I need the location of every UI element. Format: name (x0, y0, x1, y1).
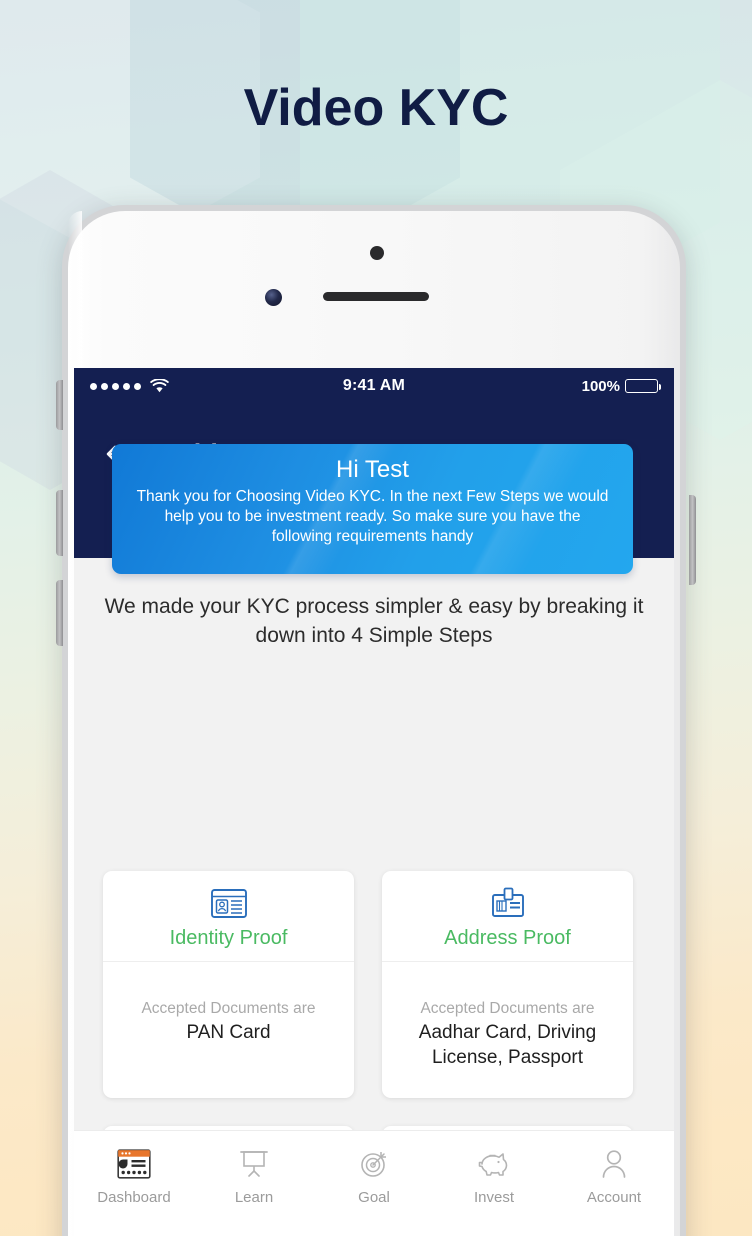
accepted-documents-value: PAN Card (186, 1022, 271, 1043)
bottom-tab-bar: Dashboard Learn Goal Invest Account (74, 1130, 674, 1236)
battery-percent-label: 100% (581, 377, 620, 395)
greeting-card: Hi Test Thank you for Choosing Video KYC… (112, 444, 633, 574)
accepted-documents-value: Aadhar Card, Driving License, Passport (418, 1022, 597, 1068)
phone-volume-down-button[interactable] (56, 580, 63, 646)
greeting-title: Hi Test (336, 456, 409, 483)
tab-learn[interactable]: Learn (194, 1145, 314, 1206)
status-bar-battery-group: 100% (581, 377, 661, 395)
phone-silent-switch[interactable] (56, 380, 63, 430)
greeting-description: Thank you for Choosing Video KYC. In the… (136, 488, 609, 545)
step-card-body: Accepted Documents are Aadhar Card, Driv… (382, 962, 633, 1070)
intro-text: We made your KYC process simpler & easy … (104, 595, 644, 647)
id-card-icon (210, 883, 248, 923)
screenshot-stage: Video KYC 9:41 AM 100% Hi Test Thank you… (0, 0, 752, 1236)
tab-label: Dashboard (97, 1189, 171, 1206)
accepted-documents-label: Accepted Documents are (420, 1000, 595, 1017)
step-card-body: Accepted Documents are PAN Card (103, 962, 354, 1045)
step-card-identity-proof[interactable]: Identity Proof Accepted Documents are PA… (103, 871, 354, 1098)
battery-icon (625, 379, 661, 393)
phone-volume-up-button[interactable] (56, 490, 63, 556)
tab-dashboard[interactable]: Dashboard (74, 1145, 194, 1206)
presentation-board-icon (239, 1145, 269, 1183)
tab-invest[interactable]: Invest (434, 1145, 554, 1206)
tab-label: Learn (234, 1189, 274, 1206)
address-card-icon (489, 883, 527, 923)
earpiece-speaker (323, 292, 429, 301)
tab-label: Goal (358, 1189, 390, 1206)
tab-label: Account (586, 1189, 642, 1206)
phone-power-button[interactable] (689, 495, 696, 585)
page-title: Video KYC (243, 79, 509, 137)
user-account-icon (600, 1145, 628, 1183)
step-card-address-proof[interactable]: Address Proof Accepted Documents are Aad… (382, 871, 633, 1098)
front-camera-icon (265, 289, 282, 306)
step-card-title: Address Proof (444, 927, 571, 949)
screen-content: Hi Test Thank you for Choosing Video KYC… (74, 444, 674, 1236)
tab-account[interactable]: Account (554, 1145, 674, 1206)
proximity-sensor-icon (370, 246, 384, 260)
target-goal-icon (359, 1145, 389, 1183)
phone-screen: 9:41 AM 100% Video KYC Hi Test (74, 368, 674, 1236)
step-card-title: Identity Proof (169, 927, 288, 949)
tab-goal[interactable]: Goal (314, 1145, 434, 1206)
battery-cap (658, 384, 661, 390)
tab-label: Invest (473, 1189, 515, 1206)
step-card-header: Address Proof (382, 871, 633, 962)
piggy-bank-icon (477, 1145, 511, 1183)
step-card-header: Identity Proof (103, 871, 354, 962)
status-bar: 9:41 AM 100% (74, 368, 674, 404)
dashboard-icon (117, 1145, 151, 1183)
accepted-documents-label: Accepted Documents are (141, 1000, 316, 1017)
